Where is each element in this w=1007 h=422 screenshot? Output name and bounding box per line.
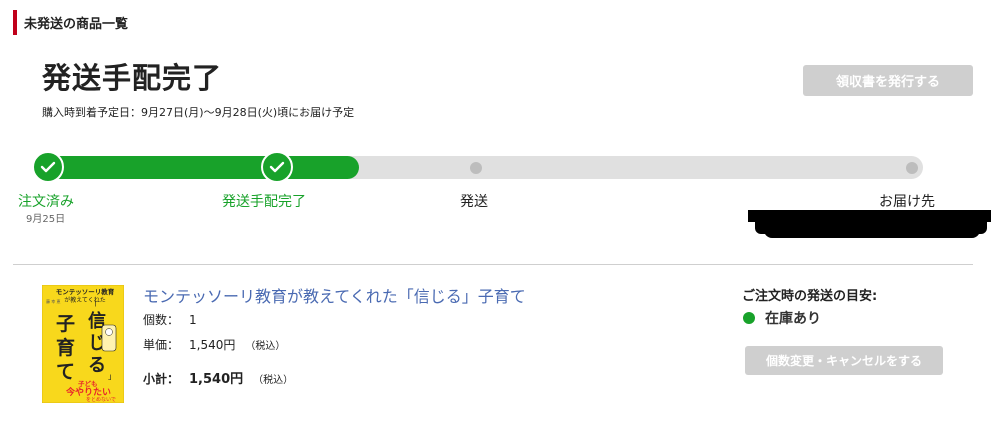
change-quantity-cancel-button[interactable]: 個数変更・キャンセルをする	[745, 346, 943, 375]
svg-text:モンテッソーリ教育: モンテッソーリ教育	[56, 287, 115, 296]
step-arranged-check-icon	[261, 151, 293, 183]
product-title-link[interactable]: モンテッソーリ教育が教えてくれた「信じる」子育て	[143, 283, 526, 307]
section-divider	[13, 264, 973, 265]
svg-text:る: る	[88, 355, 106, 376]
progress-fill	[35, 156, 359, 179]
step-ordered-check-icon	[32, 151, 64, 183]
step-label-delivery-address: お届け先	[879, 194, 935, 210]
quantity-label: 個数：	[143, 313, 180, 327]
subtotal-value: 1,540円	[189, 372, 244, 387]
in-stock-dot-icon	[743, 312, 755, 324]
estimated-delivery-note: 購入時到着予定日：9月27日(月)～9月28日(火)頃にお届け予定	[42, 106, 355, 119]
svg-text:て: て	[56, 361, 75, 383]
step-date-ordered: 9月25日	[26, 214, 66, 225]
svg-text:が教えてくれた: が教えてくれた	[64, 296, 106, 304]
unit-price-label: 単価：	[143, 338, 180, 352]
unit-price-tax-note: （税込）	[245, 341, 286, 352]
subtotal-row: 小計： 1,540円 （税込）	[143, 368, 293, 387]
unit-price-row: 単価： 1,540円 （税込）	[143, 336, 285, 353]
section-header: 未発送の商品一覧	[13, 10, 128, 35]
unit-price-value: 1,540円	[189, 338, 236, 352]
quantity-row: 個数： 1	[143, 311, 197, 328]
step-label-arranged: 発送手配完了	[222, 194, 306, 210]
svg-text:育: 育	[56, 336, 75, 359]
section-accent-bar	[13, 10, 17, 35]
subtotal-tax-note: （税込）	[253, 375, 294, 386]
subtotal-label: 小計：	[143, 372, 180, 386]
svg-text:」: 」	[108, 372, 116, 381]
order-status-title: 発送手配完了	[42, 61, 223, 95]
book-cover-image[interactable]: モンテッソーリ教育 が教えてくれた 藤 幸 恵 子 育 て 「 信 じ る 」 …	[42, 285, 124, 403]
section-title: 未発送の商品一覧	[24, 17, 129, 32]
svg-text:をとめないで: をとめないで	[86, 396, 116, 403]
step-shipped-dot-icon	[470, 162, 482, 174]
quantity-value: 1	[189, 313, 197, 327]
stock-status: 在庫あり	[743, 308, 821, 328]
svg-text:藤 幸 恵: 藤 幸 恵	[46, 298, 61, 304]
svg-text:「: 「	[90, 301, 98, 310]
svg-text:子: 子	[56, 313, 75, 335]
step-label-ordered: 注文済み	[18, 194, 74, 210]
issue-receipt-button[interactable]: 領収書を発行する	[803, 65, 973, 96]
step-delivered-dot-icon	[906, 162, 918, 174]
svg-text:子ども: 子ども	[78, 379, 98, 388]
stock-status-text: 在庫あり	[765, 311, 821, 327]
shipping-estimate-heading: ご注文時の発送の目安:	[742, 289, 878, 304]
step-label-shipped: 発送	[460, 194, 488, 210]
